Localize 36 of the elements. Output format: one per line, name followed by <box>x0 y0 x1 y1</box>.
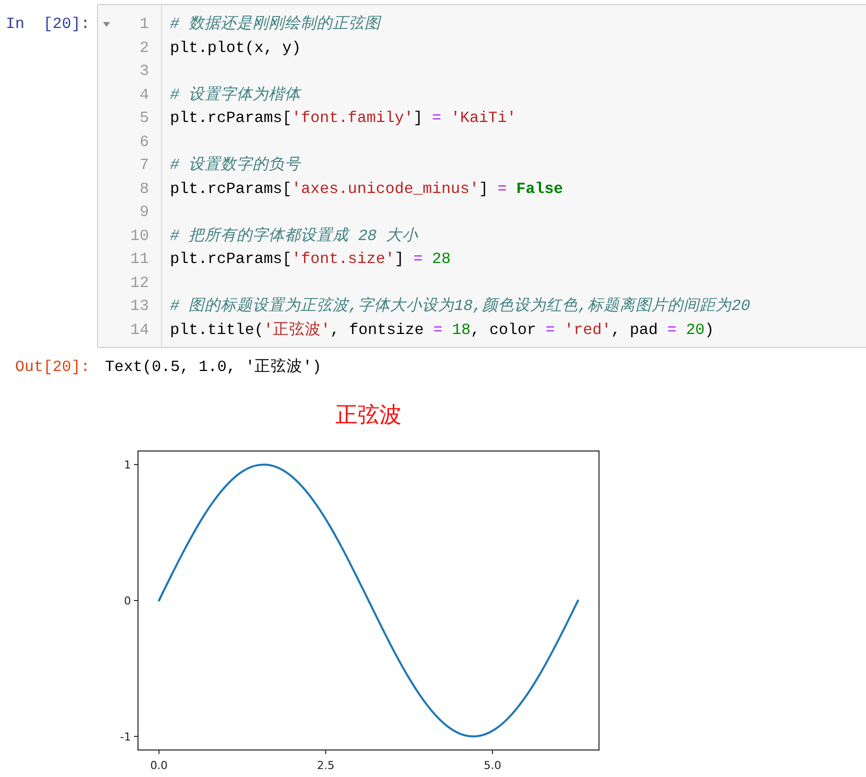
line-number: 6 <box>138 132 149 152</box>
code-line: # 设置数字的负号 <box>170 154 302 176</box>
tick-label: 5.0 <box>484 758 502 772</box>
chart-title: 正弦波 <box>336 402 402 428</box>
tick-label: 2.5 <box>316 758 334 772</box>
line-number: 5 <box>138 108 149 129</box>
code-line: # 把所有的字体都设置成 28 大小 <box>170 226 420 246</box>
code-line: plt.title('正弦波', fontsize = 18, color = 'red', pad = 20) <box>170 320 716 340</box>
output-prompt: Out[20]: <box>14 357 91 378</box>
tick-label: 0 <box>124 594 131 607</box>
tick-label: 0.0 <box>150 758 168 772</box>
code-line: # 数据还是刚刚绘制的正弦图 <box>170 14 382 35</box>
line-number: 12 <box>129 272 149 294</box>
code-line: plt.plot(x, y) <box>170 38 302 58</box>
line-number: 4 <box>138 84 149 106</box>
line-number: 3 <box>138 61 149 82</box>
line-number: 13 <box>129 296 149 317</box>
line-number: 11 <box>129 249 149 270</box>
tick-label: 1 <box>124 458 131 472</box>
caret-icon[interactable] <box>103 21 110 28</box>
code-line: plt.rcParams['font.family'] = 'KaiTi' <box>170 108 518 129</box>
line-number: 8 <box>138 178 149 200</box>
line-number: 2 <box>138 38 149 58</box>
line-number: 7 <box>138 155 149 176</box>
line-number: 10 <box>129 226 149 246</box>
code-editor[interactable] <box>97 4 866 348</box>
output-text: Text(0.5, 1.0, '正弦波') <box>104 357 322 378</box>
code-line: # 设置字体为楷体 <box>170 84 302 106</box>
code-line: plt.rcParams['axes.unicode_minus'] = False <box>170 178 564 200</box>
input-prompt: In [20]: <box>4 14 91 35</box>
line-number: 1 <box>138 14 149 35</box>
line-number: 9 <box>138 202 149 223</box>
code-line: # 图的标题设置为正弦波,字体大小设为18,颜色设为红色,标题离图片的间距为20 <box>170 296 752 317</box>
tick-label: -1 <box>120 730 131 743</box>
code-line: plt.rcParams['font.size'] = 28 <box>170 249 452 270</box>
line-number: 14 <box>129 320 149 340</box>
